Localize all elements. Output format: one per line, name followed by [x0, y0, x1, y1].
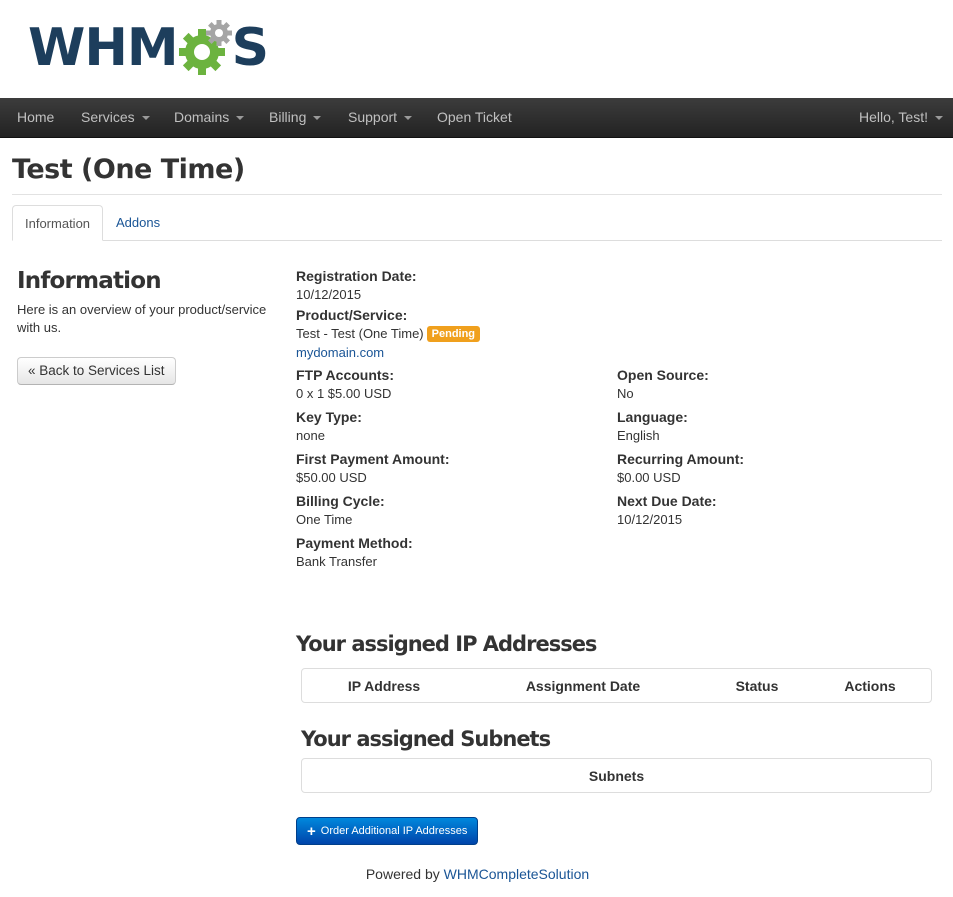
billing-cycle-value: One Time	[296, 512, 353, 527]
footer-prefix: Powered by	[365, 866, 440, 882]
logo-text-left: WHM	[28, 18, 179, 78]
caret-down-icon	[141, 116, 150, 121]
footer-link[interactable]: WHMCompleteSolution	[444, 866, 590, 882]
sidebar-description: Here is an overview of your product/serv…	[17, 302, 267, 335]
ip-addresses-title: Your assigned IP Addresses	[296, 632, 597, 656]
tab-bar: Information Addons	[12, 205, 942, 241]
payment-method-value: Bank Transfer	[296, 554, 377, 569]
back-to-services-button[interactable]: « Back to Services List	[17, 357, 176, 385]
column-assignment-date: Assignment Date	[525, 677, 641, 694]
billing-cycle-label: Billing Cycle:	[296, 493, 385, 509]
sidebar-title: Information	[17, 268, 162, 294]
whmcs-logo[interactable]: WHM S	[28, 18, 269, 78]
column-status: Status	[735, 677, 779, 694]
column-actions: Actions	[844, 677, 896, 694]
product-service-name: Test - Test (One Time)	[296, 326, 424, 341]
recurring-amount-value: $0.00 USD	[617, 470, 681, 485]
next-due-date-value: 10/12/2015	[617, 512, 683, 527]
tab-addons[interactable]: Addons	[104, 205, 172, 241]
open-source-value: No	[617, 386, 634, 401]
next-due-date-label: Next Due Date:	[617, 493, 717, 509]
subnets-title: Your assigned Subnets	[301, 727, 551, 751]
order-additional-ip-button[interactable]: + Order Additional IP Addresses	[296, 817, 479, 845]
key-type-value: none	[296, 428, 325, 443]
footer: Powered by WHMCompleteSolution	[0, 866, 953, 882]
caret-down-icon	[313, 116, 322, 121]
nav-user-menu[interactable]: Hello, Test!	[859, 98, 943, 138]
key-type-label: Key Type:	[296, 409, 362, 425]
caret-down-icon	[404, 116, 413, 121]
nav-domains[interactable]: Domains	[174, 98, 245, 138]
recurring-amount-label: Recurring Amount:	[617, 451, 745, 467]
ip-addresses-table: IP Address Assignment Date Status Action…	[301, 668, 932, 703]
caret-down-icon	[236, 116, 245, 121]
registration-date-value: 10/12/2015	[296, 287, 362, 302]
open-source-label: Open Source:	[617, 367, 709, 383]
plus-icon: +	[307, 822, 316, 840]
subnets-table: Subnets	[301, 758, 932, 793]
status-badge: Pending	[426, 326, 481, 342]
gears-icon	[178, 20, 232, 75]
nav-billing[interactable]: Billing	[269, 98, 322, 138]
title-divider	[12, 194, 942, 195]
logo-text-right: S	[231, 18, 269, 78]
tab-information[interactable]: Information	[12, 205, 104, 241]
registration-date-label: Registration Date:	[296, 268, 417, 284]
order-button-label: Order Additional IP Addresses	[320, 825, 468, 837]
domain-link[interactable]: mydomain.com	[296, 345, 384, 360]
ftp-accounts-value: 0 x 1 $5.00 USD	[296, 386, 392, 401]
main-navbar: Home Services Domains Billing Support Op…	[0, 98, 953, 138]
nav-home[interactable]: Home	[17, 98, 54, 138]
product-service-label: Product/Service:	[296, 307, 408, 323]
language-label: Language:	[617, 409, 688, 425]
product-service-value: Test - Test (One Time) Pending	[296, 326, 481, 342]
column-ip-address: IP Address	[347, 677, 421, 694]
ftp-accounts-label: FTP Accounts:	[296, 367, 395, 383]
nav-services[interactable]: Services	[81, 98, 150, 138]
first-payment-label: First Payment Amount:	[296, 451, 450, 467]
language-value: English	[617, 428, 660, 443]
nav-open-ticket[interactable]: Open Ticket	[437, 98, 512, 138]
payment-method-label: Payment Method:	[296, 535, 413, 551]
caret-down-icon	[935, 116, 943, 121]
nav-support[interactable]: Support	[348, 98, 413, 138]
first-payment-value: $50.00 USD	[296, 470, 367, 485]
column-subnets: Subnets	[588, 767, 645, 784]
page-title: Test (One Time)	[12, 154, 245, 185]
